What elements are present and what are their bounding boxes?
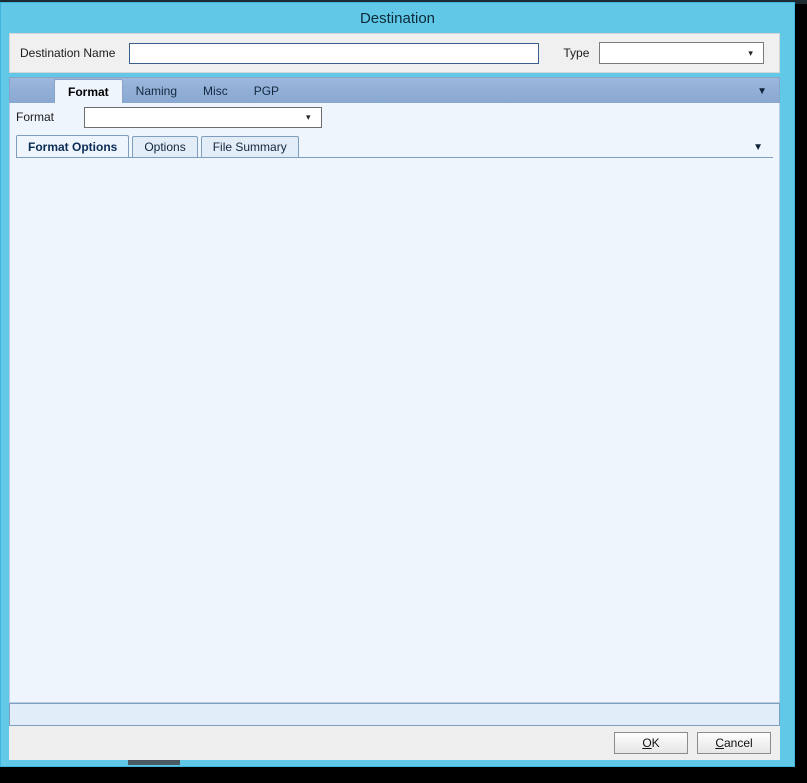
destination-name-label: Destination Name xyxy=(20,46,116,60)
outer-tab-strip: Format Naming Misc PGP ▼ xyxy=(9,77,780,104)
outer-tab-label: Misc xyxy=(203,84,228,98)
inner-tab-file-summary[interactable]: File Summary xyxy=(200,136,299,157)
desktop-bottom-strip xyxy=(0,767,807,783)
outer-tab-label: Naming xyxy=(135,84,178,98)
ok-rest: K xyxy=(651,736,660,750)
outer-tab-format[interactable]: Format xyxy=(54,79,123,104)
cancel-button[interactable]: Cancel xyxy=(697,732,771,754)
inner-tab-label: File Summary xyxy=(212,140,287,154)
ok-button[interactable]: OK xyxy=(614,732,688,754)
cancel-rest: ancel xyxy=(723,736,753,750)
outer-tab-label: PGP xyxy=(253,84,280,98)
format-row: Format ▾ xyxy=(10,103,779,131)
type-select[interactable] xyxy=(599,42,765,64)
type-select-wrapper: ▾ xyxy=(589,42,765,64)
dialog-title: Destination xyxy=(359,9,436,27)
desktop-right-shadow xyxy=(795,4,807,774)
taskbar-nub xyxy=(128,760,180,765)
dialog-footer: OK Cancel xyxy=(9,726,780,760)
cancel-accel: C xyxy=(715,736,724,750)
format-options-content xyxy=(10,158,779,696)
chevron-down-icon[interactable]: ▼ xyxy=(753,143,763,153)
outer-tab-misc[interactable]: Misc xyxy=(190,79,241,103)
outer-tab-spacer xyxy=(10,79,54,103)
inner-tab-label: Format Options xyxy=(28,139,118,154)
destination-name-input[interactable] xyxy=(129,42,540,64)
outer-tab-pgp[interactable]: PGP xyxy=(241,79,292,103)
format-label: Format xyxy=(16,110,55,124)
destination-dialog: Destination Destination Name Type ▾ Form… xyxy=(0,2,795,767)
inner-tab-strip: Format Options Options File Summary ▼ xyxy=(16,135,773,158)
dialog-titlebar: Destination xyxy=(1,3,794,33)
outer-tab-naming[interactable]: Naming xyxy=(123,79,190,103)
ok-accel: O xyxy=(642,736,652,750)
header-band: Destination Name Type ▾ xyxy=(9,33,780,73)
inner-tab-options[interactable]: Options xyxy=(132,136,198,157)
format-select-wrapper: ▾ xyxy=(54,106,323,128)
outer-tab-label: Format xyxy=(68,85,109,99)
chevron-down-icon[interactable]: ▼ xyxy=(757,87,767,97)
dialog-bottom-edge xyxy=(1,760,794,766)
type-label: Type xyxy=(563,46,590,60)
screen: Destination Destination Name Type ▾ Form… xyxy=(0,0,807,783)
format-select[interactable] xyxy=(84,106,323,128)
inner-tab-label: Options xyxy=(144,140,186,154)
status-band xyxy=(9,703,780,726)
format-panel: Format ▾ Format Options Options File Sum… xyxy=(9,103,780,703)
inner-tab-format-options[interactable]: Format Options xyxy=(16,135,130,157)
